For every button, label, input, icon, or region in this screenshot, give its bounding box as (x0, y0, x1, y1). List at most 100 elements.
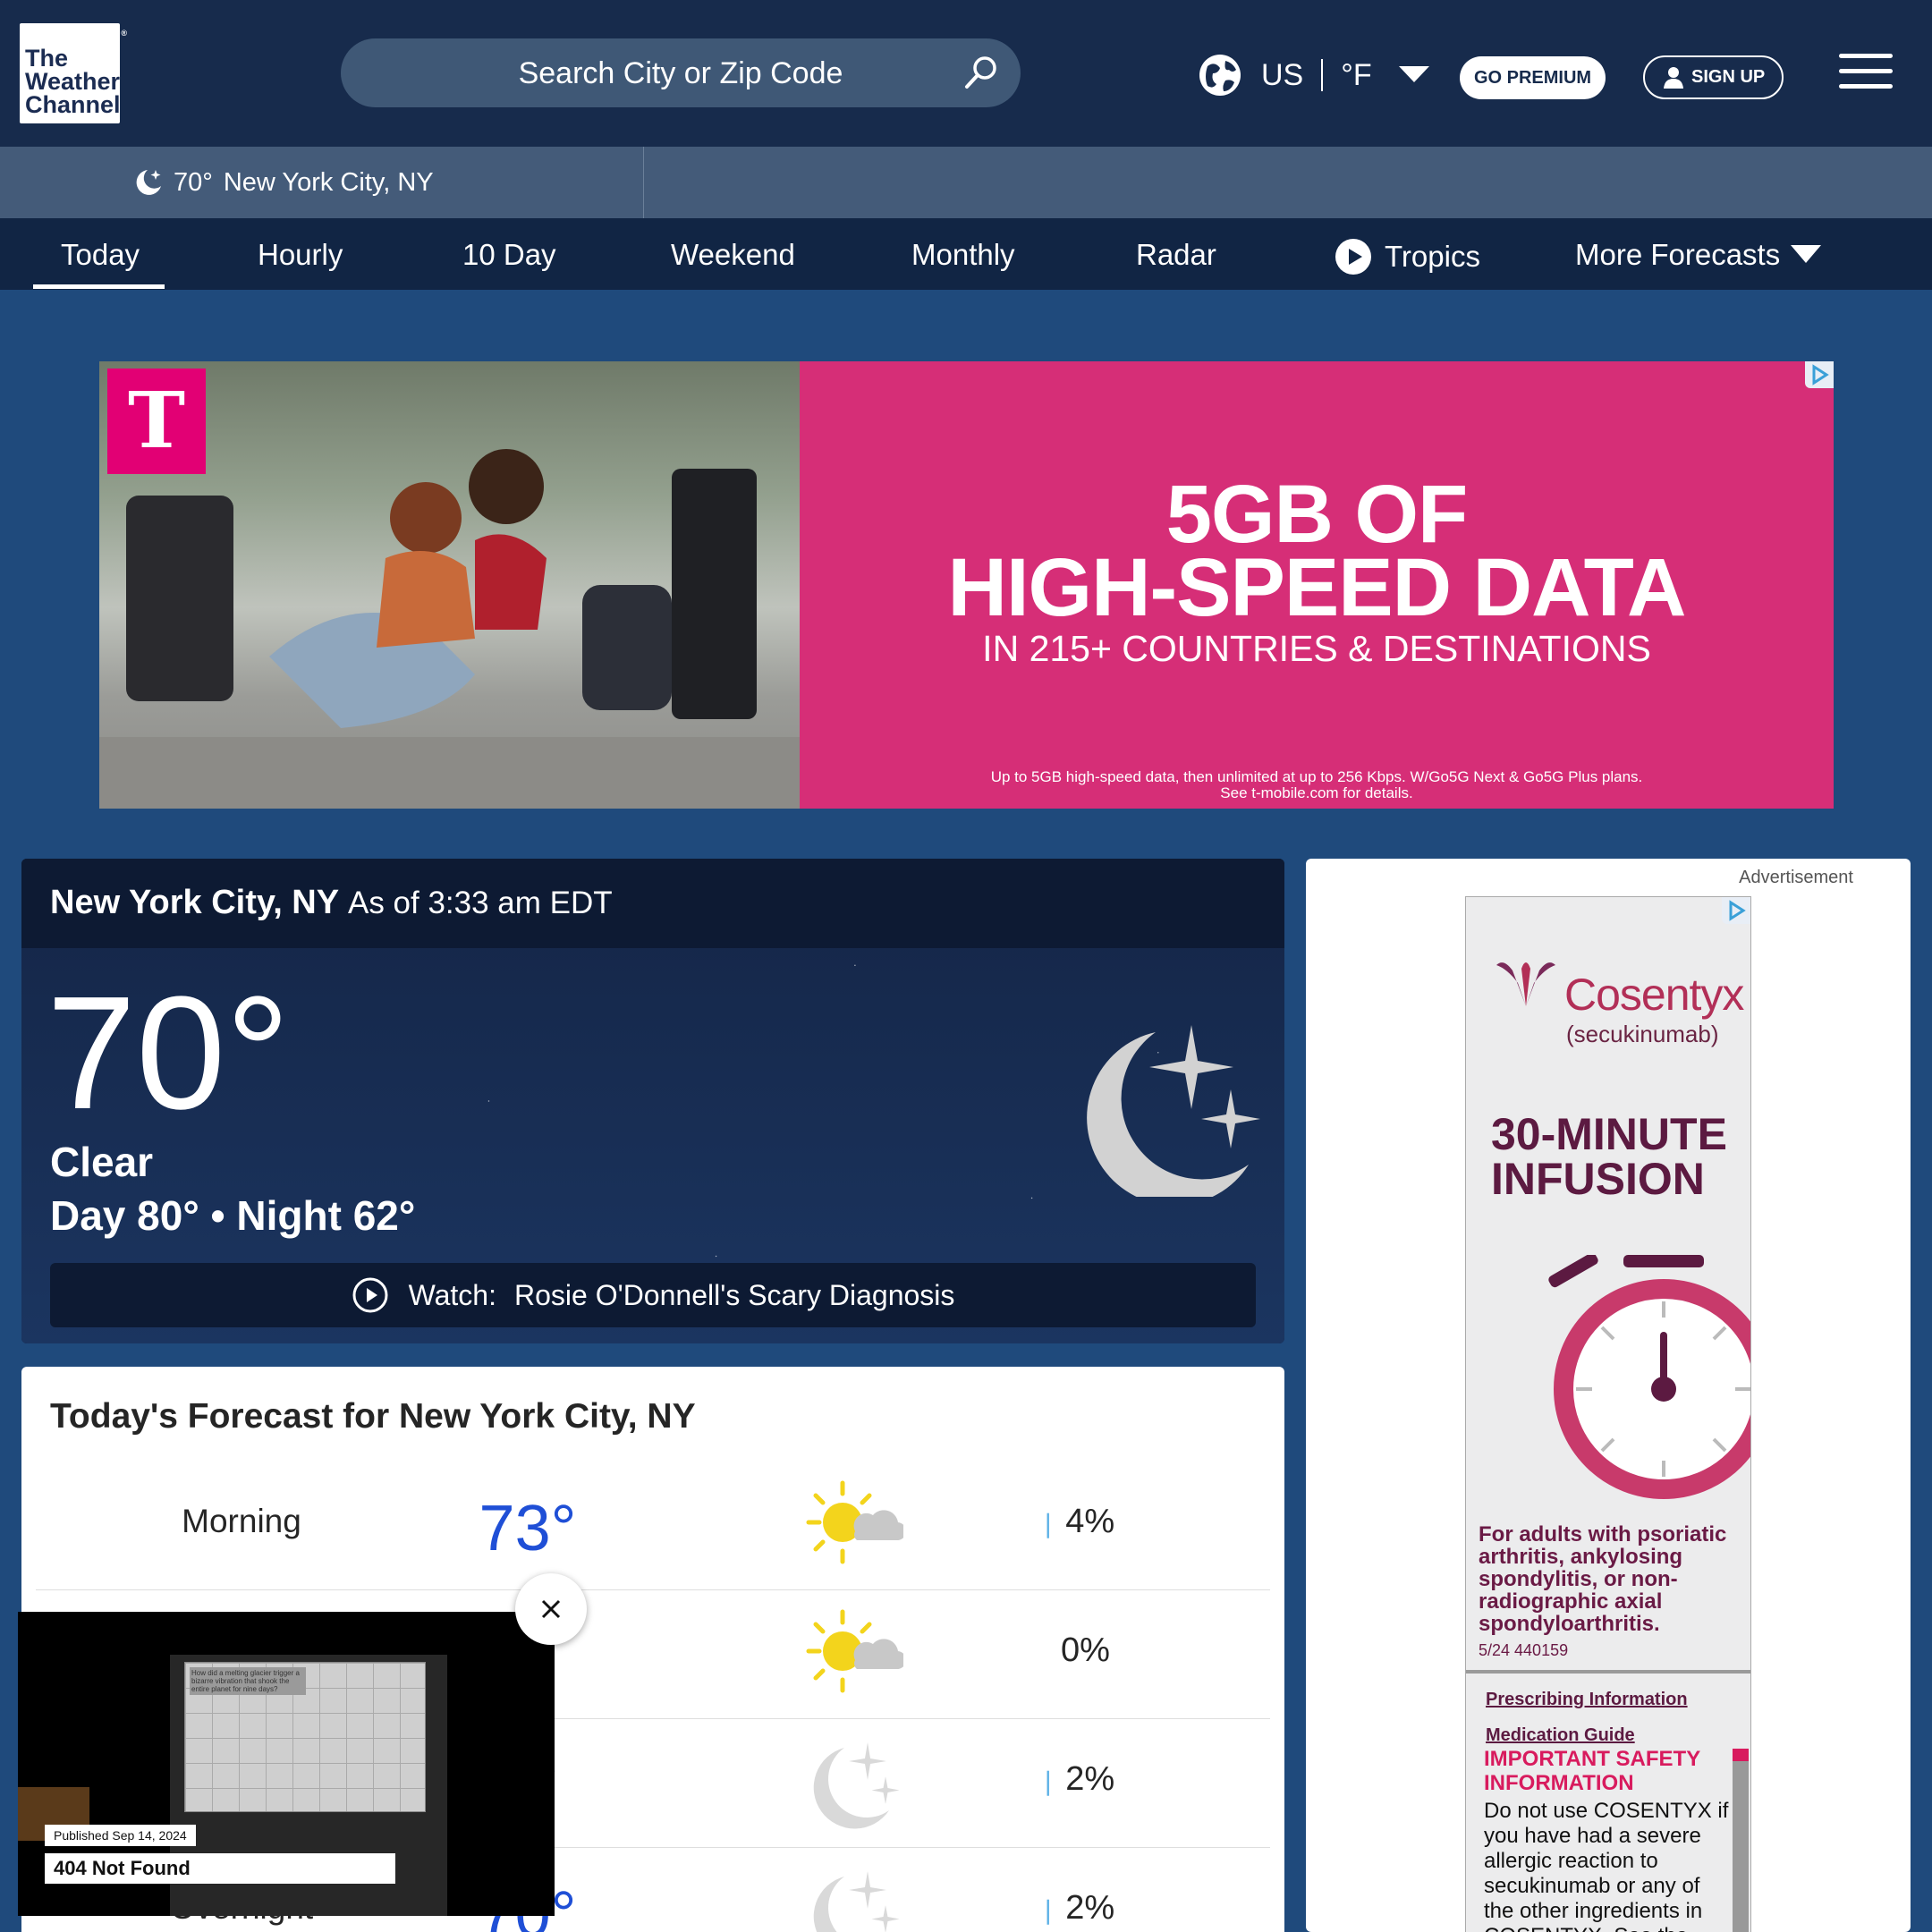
cosentyx-logo-icon (1496, 962, 1555, 1006)
chevron-down-icon (1791, 245, 1822, 263)
as-of-time: As of 3:33 am EDT (347, 886, 613, 920)
hamburger-menu-icon[interactable] (1839, 54, 1893, 91)
ad-divider (1466, 1670, 1750, 1674)
tab-hourly[interactable]: Hourly (258, 238, 343, 272)
adchoices-icon[interactable] (1805, 361, 1834, 388)
partly-sunny-icon (806, 1480, 903, 1564)
region-divider (1321, 59, 1324, 91)
forecast-temp: 73° (479, 1493, 577, 1564)
chevron-down-icon[interactable] (1398, 66, 1429, 84)
tab-radar[interactable]: Radar (1136, 238, 1216, 272)
recent-location-item[interactable]: 70° New York City, NY (0, 147, 644, 218)
active-tab-indicator (33, 284, 165, 289)
ad-headline-line-2: HIGH-SPEED DATA (947, 542, 1687, 633)
logo-line-3: Channel (25, 91, 121, 118)
t-mobile-logo: T (107, 369, 206, 474)
ad-brand: Cosentyx (1564, 970, 1744, 1020)
precip-value: 4% (1065, 1503, 1115, 1540)
weather-channel-logo[interactable]: ® The Weather Channel (20, 23, 127, 123)
moon-stars-icon (1087, 1025, 1260, 1197)
globe-icon (1199, 55, 1241, 96)
safety-body: Do not use COSENTYX if you have had a se… (1484, 1799, 1729, 1932)
current-condition: Clear (50, 1139, 154, 1185)
current-conditions-card: New York City, NY As of 3:33 am EDT 70° … (21, 859, 1284, 1343)
ad-generic-name: (secukinumab) (1566, 1021, 1719, 1047)
video-title: 404 Not Found (45, 1853, 395, 1884)
tab-weekend[interactable]: Weekend (671, 238, 795, 272)
precip-chance: ❘ 2% (1038, 1760, 1114, 1799)
search-placeholder: Search City or Zip Code (518, 56, 843, 90)
precip-chance: ❘ 2% (1038, 1889, 1114, 1928)
ad-scroll-thumb[interactable] (1733, 1749, 1749, 1761)
safety-title: IMPORTANT SAFETY INFORMATION (1484, 1747, 1700, 1795)
ad-code: 5/24 440159 (1479, 1641, 1569, 1659)
precip-value: 2% (1065, 1760, 1115, 1798)
ad-headline-line-1: 5GB OF (1165, 469, 1468, 560)
forecast-title: Today's Forecast for New York City, NY (50, 1397, 696, 1436)
ad-scrollbar[interactable] (1733, 1749, 1749, 1932)
sign-up-label: SIGN UP (1691, 67, 1766, 87)
day-night-temps: Day 80° • Night 62° (50, 1192, 416, 1239)
region-label: US (1261, 57, 1304, 92)
ad-headline: 5GB OF HIGH-SPEED DATA (800, 469, 1834, 633)
current-location: New York City, NY As of 3:33 am EDT (50, 884, 613, 922)
prescribing-info-link[interactable]: Prescribing Information (1486, 1690, 1688, 1710)
ad-photo-travelers: T (99, 361, 800, 809)
video-published-date: Published Sep 14, 2024 (45, 1825, 196, 1846)
recent-location-city: New York City, NY (223, 167, 434, 197)
user-icon (1664, 67, 1683, 89)
raindrop-icon: ❘ (1038, 1767, 1066, 1795)
watch-video-link[interactable]: Watch: Rosie O'Donnell's Scary Diagnosis (50, 1263, 1256, 1327)
close-icon (541, 1599, 561, 1619)
search-input[interactable]: Search City or Zip Code (341, 38, 1021, 107)
search-icon[interactable] (962, 53, 1001, 92)
watch-label: Watch: (408, 1278, 496, 1311)
precip-chance: ❘ 4% (1038, 1503, 1114, 1541)
floating-video-player[interactable]: How did a melting glacier trigger a biza… (18, 1612, 555, 1916)
tab-10-day[interactable]: 10 Day (462, 238, 556, 272)
partly-sunny-icon (806, 1609, 903, 1693)
banner-ad[interactable]: T 5GB OF HIGH-SPEED DATA IN 215+ COUNTRI… (99, 361, 1834, 809)
tab-tropics-label: Tropics (1385, 240, 1480, 273)
unit-label: °F (1341, 57, 1372, 92)
tab-more-forecasts-label: More Forecasts (1575, 238, 1781, 271)
region-unit-selector[interactable]: US °F (1199, 54, 1429, 97)
site-header: ® The Weather Channel Search City or Zip… (0, 0, 1932, 147)
ad-fine-print: Up to 5GB high-speed data, then unlimite… (800, 769, 1834, 801)
raindrop-icon: ❘ (1038, 1896, 1066, 1924)
sign-up-button[interactable]: SIGN UP (1643, 55, 1784, 99)
current-temperature: 70° (47, 963, 291, 1143)
cosentyx-ad[interactable]: Cosentyx (secukinumab) 30-MINUTE INFUSIO… (1465, 896, 1751, 1932)
go-premium-button[interactable]: GO PREMIUM (1460, 56, 1606, 99)
recent-location-temp: 70° (174, 167, 213, 197)
sidebar-ad: Advertisement Cosentyx (secukinumab) 30-… (1306, 859, 1911, 1932)
medication-guide-link[interactable]: Medication Guide (1486, 1725, 1635, 1746)
close-video-button[interactable] (515, 1573, 587, 1645)
current-city: New York City, NY (50, 884, 339, 921)
advertisement-label: Advertisement (1739, 868, 1853, 887)
logo-line-2: Weather (25, 68, 121, 95)
precip-value: 2% (1065, 1889, 1115, 1927)
tab-tropics[interactable]: Tropics (1335, 238, 1480, 275)
ad-subhead: IN 215+ COUNTRIES & DESTINATIONS (982, 628, 1651, 669)
logo-line-1: The (25, 45, 69, 72)
play-circle-icon (1335, 239, 1371, 275)
precip-value: 0% (1061, 1631, 1110, 1669)
watch-title: Rosie O'Donnell's Scary Diagnosis (513, 1278, 955, 1311)
tab-monthly[interactable]: Monthly (911, 238, 1015, 272)
ad-headline: 30-MINUTE INFUSION (1491, 1109, 1727, 1204)
moon-stars-icon (813, 1871, 900, 1932)
forecast-row[interactable]: Morning 73° ❘ 4% (36, 1462, 1270, 1590)
tab-more-forecasts[interactable]: More Forecasts (1575, 238, 1822, 272)
tab-today[interactable]: Today (61, 238, 140, 272)
video-slide-caption: How did a melting glacier trigger a biza… (190, 1667, 306, 1695)
moon-stars-icon (813, 1742, 900, 1829)
ad-fine-print-2: See t-mobile.com for details. (1220, 784, 1413, 801)
ad-fine-print-1: Up to 5GB high-speed data, then unlimite… (990, 768, 1643, 785)
moon-icon (136, 170, 161, 195)
adchoices-icon[interactable] (1722, 897, 1750, 924)
play-circle-icon (352, 1277, 388, 1313)
raindrop-icon: ❘ (1038, 1510, 1066, 1538)
ad-indication: For adults with psoriatic arthritis, ank… (1479, 1522, 1727, 1636)
stopwatch-icon (1548, 1255, 1750, 1499)
